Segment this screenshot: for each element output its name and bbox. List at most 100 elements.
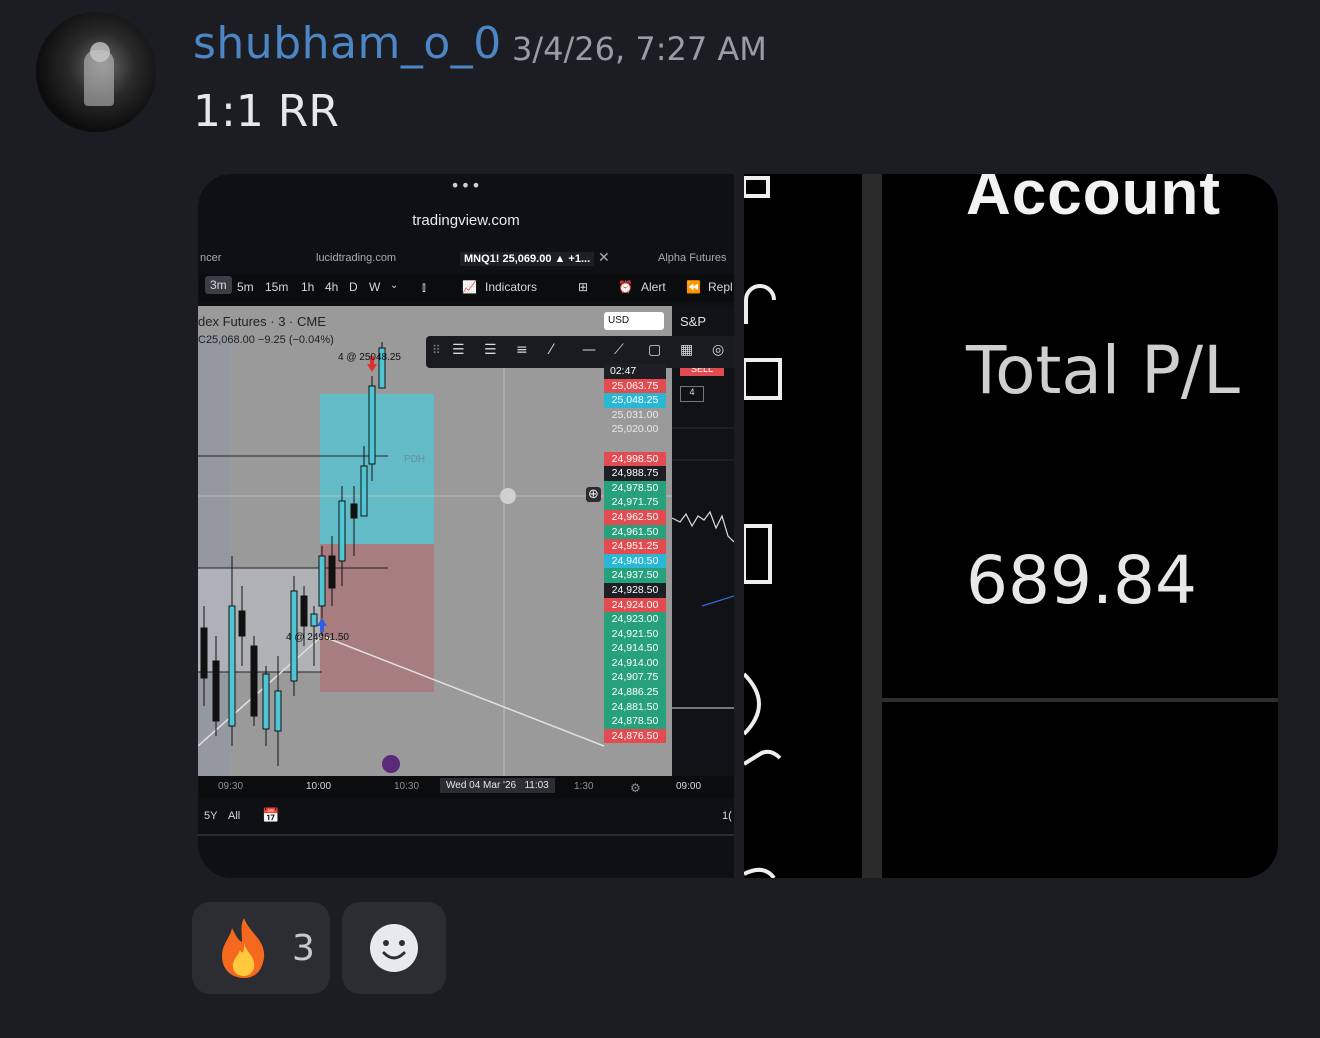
reaction-count: 3 bbox=[292, 927, 315, 969]
account-heading: Account bbox=[966, 174, 1221, 228]
replay-icon: ⏪ bbox=[686, 280, 701, 294]
chart-title: dex Futures · 3 · CME bbox=[198, 314, 326, 329]
range-bar: 5Y All 📅 1( bbox=[198, 804, 734, 830]
browser-tabs: ncer lucidtrading.com MNQ1! 25,069.00 ▲ … bbox=[198, 246, 734, 270]
indicators-icon: 📈 bbox=[462, 280, 477, 294]
price-label: 24,923.00 bbox=[604, 612, 666, 627]
path-tool-icon: ⟋ bbox=[614, 342, 624, 358]
price-label: 24,937.50 bbox=[604, 568, 666, 583]
browser-url: tradingview.com bbox=[412, 212, 520, 229]
chart-toolbar: 3m 5m 15m 1h 4h D W ⌄ ⫾ 📈 Indicators ⊞ ⏰… bbox=[198, 274, 734, 302]
total-pl-label: Total P/L bbox=[966, 332, 1240, 409]
user-avatar[interactable] bbox=[36, 12, 156, 132]
crosshair-date: Wed 04 Mar '26 11:03 bbox=[440, 778, 555, 793]
lines-tool-icon: ≡ bbox=[516, 342, 528, 358]
add-reaction-button[interactable] bbox=[342, 902, 446, 994]
timeframe-15m: 15m bbox=[265, 280, 289, 294]
attachment-image-account[interactable]: Account Total P/L 689.84 bbox=[744, 174, 1278, 878]
message-timestamp: 3/4/26, 7:27 AM bbox=[512, 30, 767, 68]
divider bbox=[198, 834, 734, 836]
timeframe-5m: 5m bbox=[237, 280, 254, 294]
alert-icon: ⏰ bbox=[618, 280, 633, 294]
smiley-icon bbox=[370, 924, 418, 972]
chart-ohlc: C25,068.00 −9.25 (−0.04%) bbox=[198, 334, 334, 346]
browser-tab-active: MNQ1! 25,069.00 ▲ +1... bbox=[460, 252, 595, 266]
price-label: 24,940.50 bbox=[604, 553, 666, 569]
price-label: 25,031.00 bbox=[611, 408, 659, 421]
price-label: 24,998.50 bbox=[604, 451, 666, 467]
channel-tool-icon: ☰ bbox=[484, 342, 497, 358]
timeframe-d: D bbox=[349, 280, 358, 294]
time-tick: 10:00 bbox=[306, 781, 332, 792]
hline-tool-icon: — bbox=[582, 342, 596, 358]
fill-label-bottom: 4 @ 24961.50 bbox=[286, 632, 349, 643]
tab-close-icon: ✕ bbox=[598, 249, 610, 265]
price-label: 24,876.50 bbox=[604, 728, 666, 744]
price-label: 24,907.75 bbox=[604, 670, 666, 686]
avatar-figure bbox=[84, 50, 114, 106]
indicators-label: Indicators bbox=[485, 280, 538, 294]
price-label: 25,048.25 bbox=[604, 393, 666, 408]
price-label: 24,962.50 bbox=[604, 509, 666, 525]
browser-tab: lucidtrading.com bbox=[316, 252, 397, 264]
fib-tool-icon: ☰ bbox=[452, 342, 465, 358]
price-label: 24,924.00 bbox=[604, 597, 666, 613]
range-5y: 5Y bbox=[204, 810, 218, 822]
mini-chart bbox=[672, 427, 734, 709]
timeframe-3m: 3m bbox=[205, 276, 232, 294]
circle-tool-icon: ◎ bbox=[712, 342, 725, 358]
price-label: 24,971.75 bbox=[604, 495, 666, 510]
candlestick-chart bbox=[198, 336, 672, 776]
side-icons bbox=[744, 176, 782, 878]
trendline-tool-icon: ⁄ bbox=[550, 342, 553, 358]
browser-menu-dots: ••• bbox=[450, 176, 482, 195]
time-tick: 09:00 bbox=[676, 781, 702, 792]
price-label: 24,914.00 bbox=[604, 655, 666, 671]
price-label: 24,951.25 bbox=[604, 539, 666, 554]
replay-label: Repl bbox=[708, 280, 733, 294]
layout-icon: ⊞ bbox=[578, 280, 589, 294]
drawing-toolbar: ⠿ ☰ ☰ ≡ ⁄ — ⟋ ▢ ▦ ◎ bbox=[426, 336, 734, 368]
fire-icon bbox=[222, 918, 265, 978]
candles-icon: ⫾ bbox=[422, 280, 426, 294]
alert-label: Alert bbox=[641, 280, 666, 294]
browser-tab: ncer bbox=[200, 252, 222, 264]
price-label: 24,878.50 bbox=[604, 714, 666, 729]
add-order-icon: ⊕ bbox=[586, 487, 601, 502]
browser-tab: Alpha Futures bbox=[658, 252, 727, 264]
time-tick: 10:30 bbox=[394, 781, 420, 792]
time-tick: 09:30 bbox=[218, 781, 244, 792]
reaction-fire[interactable]: 3 bbox=[192, 902, 330, 994]
price-label: 24,961.50 bbox=[604, 524, 666, 540]
range-right: 1( bbox=[722, 810, 732, 822]
price-label: 24,978.50 bbox=[604, 480, 666, 496]
time-tick: 1:30 bbox=[574, 781, 594, 792]
username[interactable]: shubham_o_0 bbox=[193, 18, 502, 69]
timeframe-1h: 1h bbox=[301, 280, 315, 294]
settings-icon: ⚙ bbox=[630, 781, 641, 795]
attachment-image-tradingview[interactable]: ••• tradingview.com ncer lucidtrading.co… bbox=[198, 174, 734, 878]
drag-handle-icon: ⠿ bbox=[432, 343, 441, 357]
grid-tool-icon: ▦ bbox=[680, 342, 694, 358]
rectangle-tool-icon: ▢ bbox=[648, 342, 662, 358]
price-time: 02:47 bbox=[604, 364, 666, 379]
divider-line bbox=[882, 698, 1278, 702]
price-label: 24,928.50 bbox=[604, 582, 666, 598]
price-axis: 02:47 25,063.75 25,048.25 25,031.00 25,020.… bbox=[604, 364, 666, 744]
timeframe-w: W bbox=[369, 280, 381, 294]
price-label: 25,020.00 bbox=[611, 423, 659, 436]
currency-select: USD bbox=[604, 312, 664, 330]
chevron-down-icon: ⌄ bbox=[390, 280, 399, 291]
pdh-label: PDH bbox=[404, 454, 426, 465]
time-axis: 09:30 10:00 10:30 Wed 04 Mar '26 11:03 1… bbox=[198, 776, 734, 798]
price-chart: dex Futures · 3 · CME C25,068.00 −9.25 (… bbox=[198, 306, 672, 776]
price-label: 24,886.25 bbox=[604, 685, 666, 700]
range-all: All bbox=[228, 810, 241, 822]
price-label: 24,914.50 bbox=[604, 641, 666, 656]
divider-bar bbox=[862, 174, 882, 878]
price-label: 24,988.75 bbox=[604, 466, 666, 481]
timeframe-4h: 4h bbox=[325, 280, 339, 294]
date-range-icon: 📅 bbox=[262, 807, 280, 823]
price-label: 24,921.50 bbox=[604, 626, 666, 642]
total-pl-value: 689.84 bbox=[966, 542, 1197, 619]
